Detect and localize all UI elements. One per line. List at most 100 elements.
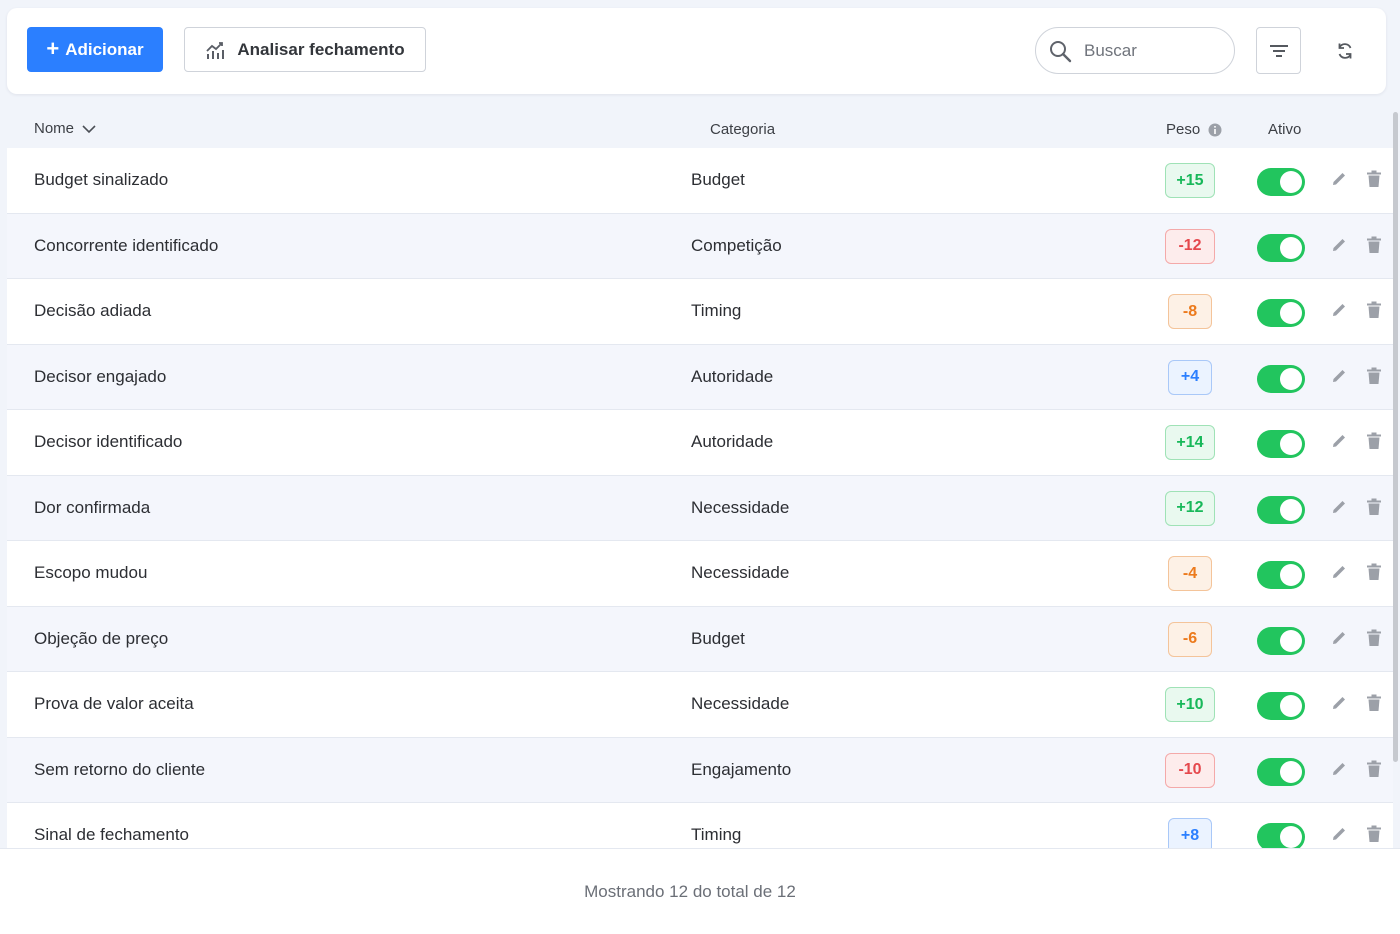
pencil-icon[interactable] <box>1330 760 1348 778</box>
trash-icon[interactable] <box>1366 236 1382 254</box>
toolbar: + Adicionar Analisar fechamento <box>7 8 1386 94</box>
row-category: Necessidade <box>691 563 790 582</box>
row-name: Decisor engajado <box>34 366 167 386</box>
add-button-label: Adicionar <box>65 39 144 59</box>
active-toggle[interactable] <box>1257 233 1305 262</box>
refresh-icon <box>1338 43 1351 59</box>
plus-icon: + <box>46 35 60 61</box>
row-name: Decisor identificado <box>34 432 183 451</box>
weight-badge: +12 <box>1165 490 1215 526</box>
trash-icon[interactable] <box>1366 367 1382 385</box>
column-header-category: Categoria <box>710 121 776 138</box>
trash-icon[interactable] <box>1366 498 1382 516</box>
active-toggle[interactable] <box>1257 626 1305 655</box>
chevron-down-icon <box>82 124 96 133</box>
info-icon[interactable] <box>1208 123 1222 137</box>
weight-badge: +8 <box>1168 818 1212 848</box>
filter-icon <box>1269 44 1288 57</box>
row-name: Concorrente identificado <box>34 235 219 255</box>
analyze-button-label: Analisar fechamento <box>237 39 405 59</box>
trash-icon[interactable] <box>1366 629 1382 647</box>
active-toggle[interactable] <box>1257 168 1305 196</box>
toggle-knob <box>1280 629 1302 652</box>
weight-badge: +10 <box>1165 687 1215 722</box>
toggle-knob <box>1280 498 1302 521</box>
pencil-icon[interactable] <box>1330 629 1348 647</box>
row-category: Necessidade <box>691 694 790 713</box>
table-header: Nome Categoria Peso Ativo <box>7 108 1393 148</box>
weight-badge: +4 <box>1168 359 1212 395</box>
row-name: Escopo mudou <box>34 563 148 582</box>
toggle-knob <box>1280 236 1302 259</box>
table-row: Decisor identificado Autoridade +14 <box>7 410 1393 476</box>
pencil-icon[interactable] <box>1330 825 1348 843</box>
toggle-knob <box>1280 760 1302 783</box>
pencil-icon[interactable] <box>1330 432 1348 450</box>
row-category: Necessidade <box>691 497 790 517</box>
row-category: Budget <box>691 170 745 189</box>
add-button[interactable]: + Adicionar <box>27 27 163 72</box>
active-toggle[interactable] <box>1257 692 1305 720</box>
results-summary: Mostrando 12 do total de 12 <box>584 882 796 901</box>
filter-button[interactable] <box>1256 27 1301 74</box>
column-header-name[interactable]: Nome <box>34 120 96 137</box>
pencil-icon[interactable] <box>1330 236 1348 254</box>
pencil-icon[interactable] <box>1330 301 1348 319</box>
row-name: Prova de valor aceita <box>34 694 194 713</box>
table-row: Prova de valor aceita Necessidade +10 <box>7 672 1393 738</box>
column-header-active: Ativo <box>1268 121 1302 138</box>
active-toggle[interactable] <box>1257 364 1305 393</box>
toggle-knob <box>1280 826 1302 848</box>
row-category: Autoridade <box>691 432 774 451</box>
trash-icon[interactable] <box>1366 301 1382 319</box>
trash-icon[interactable] <box>1366 432 1382 450</box>
active-toggle[interactable] <box>1257 299 1305 327</box>
toggle-knob <box>1280 171 1302 193</box>
weight-badge: -6 <box>1168 621 1212 657</box>
active-toggle[interactable] <box>1257 430 1305 458</box>
weight-badge: -8 <box>1168 294 1212 329</box>
trash-icon[interactable] <box>1366 170 1382 188</box>
toggle-knob <box>1280 695 1302 717</box>
scrollbar[interactable] <box>1393 112 1398 762</box>
pencil-icon[interactable] <box>1330 694 1348 712</box>
pencil-icon[interactable] <box>1330 367 1348 385</box>
table-row: Budget sinalizado Budget +15 <box>7 148 1393 214</box>
row-category: Engajamento <box>691 759 792 779</box>
search-icon <box>1050 40 1072 62</box>
search-box[interactable] <box>1035 27 1235 74</box>
trash-icon[interactable] <box>1366 825 1382 843</box>
column-header-name-label: Nome <box>34 120 75 137</box>
toggle-knob <box>1280 433 1302 455</box>
row-name: Objeção de preço <box>34 628 169 648</box>
trash-icon[interactable] <box>1366 760 1382 778</box>
table-footer: Mostrando 12 do total de 12 <box>0 848 1400 934</box>
pencil-icon[interactable] <box>1330 498 1348 516</box>
row-name: Sinal de fechamento <box>34 825 189 844</box>
refresh-button[interactable] <box>1322 33 1367 69</box>
trash-icon[interactable] <box>1366 563 1382 581</box>
row-category: Autoridade <box>691 366 774 386</box>
table-row: Dor confirmada Necessidade +12 <box>7 475 1393 541</box>
row-category: Budget <box>691 628 745 648</box>
weight-badge: +15 <box>1165 163 1215 198</box>
weight-badge: -10 <box>1165 752 1215 788</box>
row-category: Timing <box>691 825 742 844</box>
table-row: Decisor engajado Autoridade +4 <box>7 344 1393 410</box>
column-header-weight: Peso <box>1166 121 1222 138</box>
table-row: Concorrente identificado Competição -12 <box>7 213 1393 279</box>
analyze-closing-button[interactable]: Analisar fechamento <box>184 27 426 72</box>
weight-badge: +14 <box>1165 425 1215 460</box>
pencil-icon[interactable] <box>1330 170 1348 188</box>
active-toggle[interactable] <box>1257 561 1305 589</box>
active-toggle[interactable] <box>1257 823 1305 848</box>
search-input[interactable] <box>1084 40 1214 61</box>
row-name: Decisão adiada <box>34 301 152 320</box>
table-row: Objeção de preço Budget -6 <box>7 606 1393 672</box>
chart-trend-icon <box>206 41 225 59</box>
row-name: Sem retorno do cliente <box>34 759 206 779</box>
active-toggle[interactable] <box>1257 757 1305 786</box>
trash-icon[interactable] <box>1366 694 1382 712</box>
active-toggle[interactable] <box>1257 495 1305 524</box>
pencil-icon[interactable] <box>1330 563 1348 581</box>
